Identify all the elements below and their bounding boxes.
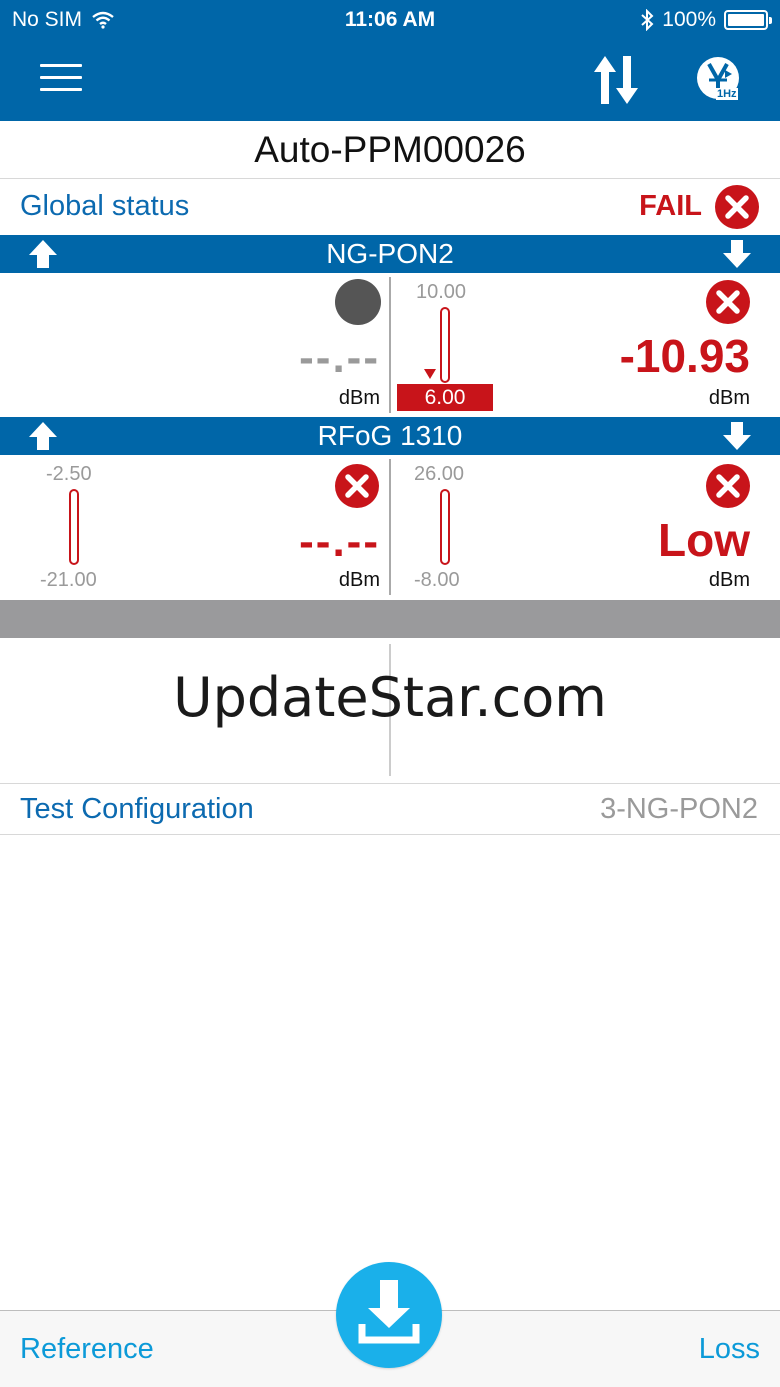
section-separator xyxy=(0,600,780,638)
test-configuration-label: Test Configuration xyxy=(20,793,254,825)
battery-percent: 100% xyxy=(662,8,716,31)
rfog-left-scale-max: -2.50 xyxy=(46,463,92,485)
page-title: Auto-PPM00026 xyxy=(0,121,780,179)
reference-button[interactable]: Reference xyxy=(20,1333,154,1366)
band-name: NG-PON2 xyxy=(326,238,454,269)
fail-icon xyxy=(706,280,750,324)
ng-pon2-right-unit: dBm xyxy=(708,387,750,409)
modulation-frequency-label: 1Hz xyxy=(716,88,738,100)
status-bar: No SIM 11:06 AM 100% xyxy=(0,0,780,40)
hamburger-menu-icon[interactable] xyxy=(40,64,82,94)
ng-pon2-right-value: -10.93 xyxy=(619,330,750,382)
ng-pon2-left-unit: dBm xyxy=(338,387,380,409)
band-panel-ng-pon2: --.-- dBm 10.00 6.00 -10.93 dBm xyxy=(0,273,780,416)
loss-button[interactable]: Loss xyxy=(699,1333,760,1366)
swap-direction-icon[interactable] xyxy=(590,52,642,108)
download-icon xyxy=(358,1280,420,1344)
watermark: UpdateStar.com xyxy=(173,666,607,729)
nav-bar: 1Hz xyxy=(0,40,780,121)
arrow-down-icon[interactable] xyxy=(722,421,752,451)
test-configuration-value: 3-NG-PON2 xyxy=(600,793,758,825)
battery-icon xyxy=(724,10,772,30)
bluetooth-icon xyxy=(641,9,654,31)
status-right: 100% xyxy=(640,8,772,32)
band-header-ng-pon2: NG-PON2 xyxy=(0,235,780,273)
ng-pon2-scale-max: 10.00 xyxy=(416,281,467,303)
rfog-right-scale-max: 26.00 xyxy=(414,463,465,485)
fail-icon xyxy=(715,185,759,229)
rfog-right-scale-min: -8.00 xyxy=(414,569,460,591)
ng-pon2-left-value: --.-- xyxy=(299,333,380,382)
rfog-right-level-gauge xyxy=(440,489,450,565)
rfog-left-level-gauge xyxy=(69,489,79,565)
test-configuration-row[interactable]: Test Configuration 3-NG-PON2 xyxy=(0,785,780,835)
rfog-left-unit: dBm xyxy=(338,569,380,591)
ng-pon2-level-gauge xyxy=(440,307,450,383)
fail-icon xyxy=(335,464,379,508)
global-status-label: Global status xyxy=(20,190,190,222)
arrow-up-icon[interactable] xyxy=(28,239,58,269)
band-header-rfog-1310: RFoG 1310 xyxy=(0,417,780,455)
ng-pon2-threshold-value: 6.00 xyxy=(397,384,493,411)
modulation-icon[interactable]: 1Hz xyxy=(692,52,744,108)
rfog-left-scale-min: -21.00 xyxy=(40,569,97,591)
status-dot-icon xyxy=(335,279,381,325)
global-status-row[interactable]: Global status FAIL xyxy=(0,180,780,234)
rfog-right-value: Low xyxy=(658,514,750,566)
rfog-right-unit: dBm xyxy=(708,569,750,591)
rfog-left-value: --.-- xyxy=(299,517,380,566)
arrow-down-icon[interactable] xyxy=(722,239,752,269)
threshold-marker-icon xyxy=(424,369,436,379)
global-status-result: FAIL xyxy=(639,190,702,222)
empty-panel: UpdateStar.com xyxy=(0,638,780,784)
fail-icon xyxy=(706,464,750,508)
arrow-up-icon[interactable] xyxy=(28,421,58,451)
band-panel-rfog-1310: -2.50 -21.00 --.-- dBm 26.00 -8.00 Low d… xyxy=(0,455,780,600)
band-name: RFoG 1310 xyxy=(317,420,463,451)
save-download-button[interactable] xyxy=(336,1262,442,1368)
